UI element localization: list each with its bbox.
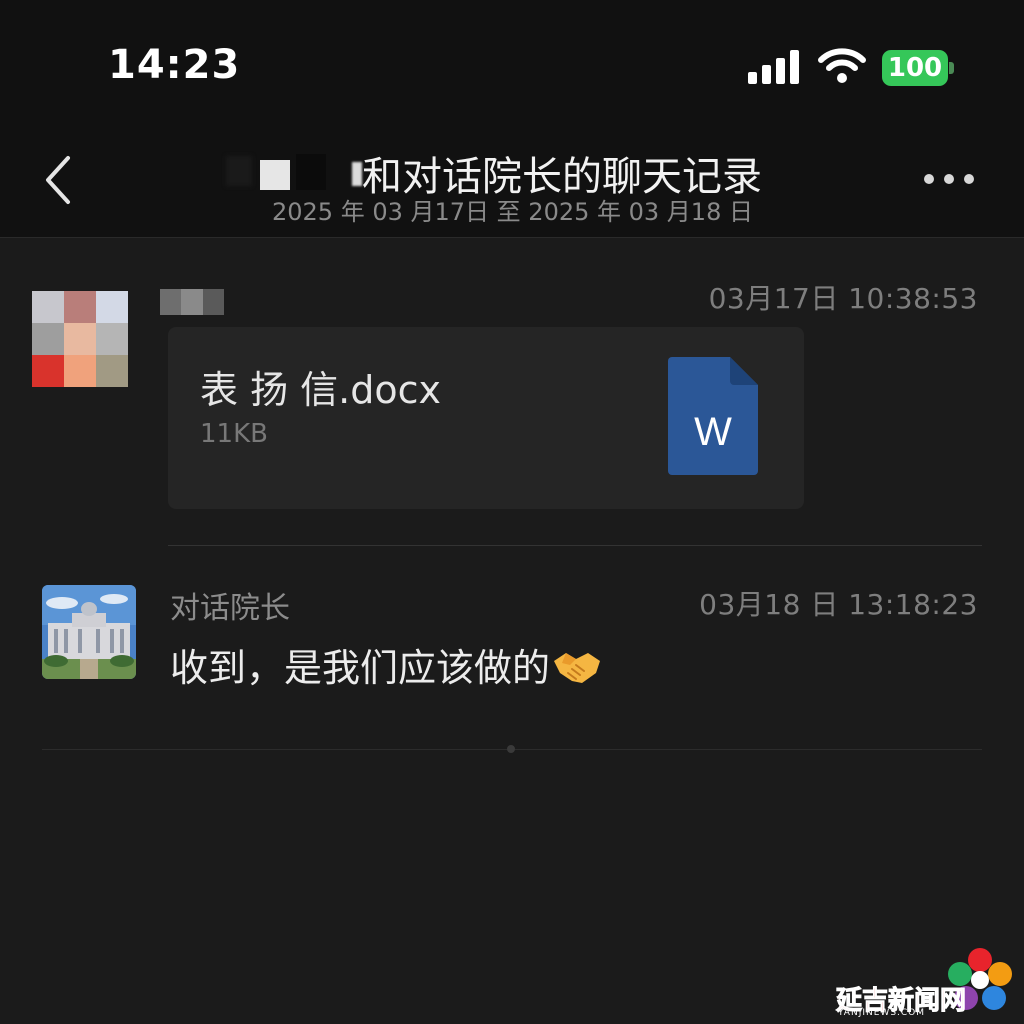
sender-name: 对话院长 (170, 591, 290, 626)
battery-level: 100 (882, 50, 948, 86)
message-text[interactable]: 收到，是我们应该做的 (170, 637, 602, 692)
svg-text:W: W (694, 410, 732, 454)
handshake-icon (554, 653, 601, 683)
redacted-sender-name (160, 289, 224, 315)
chat-history: 03月17日 10:38:53 表 扬 信.docx 11KB W 对话院长 0… (0, 239, 1024, 1024)
end-divider-dot (507, 745, 515, 753)
file-name: 表 扬 信.docx (200, 368, 441, 412)
watermark-url: YANJINEWS.COM (838, 1008, 926, 1018)
message-body: 收到，是我们应该做的 (170, 646, 551, 690)
status-bar: 14:23 100 (0, 0, 1024, 120)
cellular-signal-icon (748, 50, 799, 84)
message-divider (168, 545, 982, 546)
status-time: 14:23 (108, 42, 241, 88)
sender-avatar-mosaic[interactable] (32, 291, 128, 387)
wifi-icon (818, 48, 866, 83)
battery-indicator: 100 (882, 50, 954, 86)
message-timestamp: 03月18 日 13:18:23 (699, 588, 978, 621)
more-options-icon[interactable] (924, 168, 976, 188)
chevron-left-icon[interactable] (34, 150, 84, 210)
message-timestamp: 03月17日 10:38:53 (708, 282, 978, 315)
redacted-name-mosaic (226, 152, 366, 194)
word-document-icon: W (668, 357, 758, 475)
court-building-avatar[interactable] (42, 585, 136, 679)
date-range-subtitle: 2025 年 03 月17日 至 2025 年 03 月18 日 (272, 198, 753, 226)
file-size: 11KB (200, 419, 268, 449)
news-watermark: 延吉新闻网 YANJINEWS.COM (832, 944, 1018, 1020)
chat-header: 和对话院长的聊天记录 2025 年 03 月17日 至 2025 年 03 月1… (0, 120, 1024, 238)
battery-tip (949, 62, 954, 74)
file-attachment-card[interactable]: 表 扬 信.docx 11KB W (168, 327, 804, 509)
